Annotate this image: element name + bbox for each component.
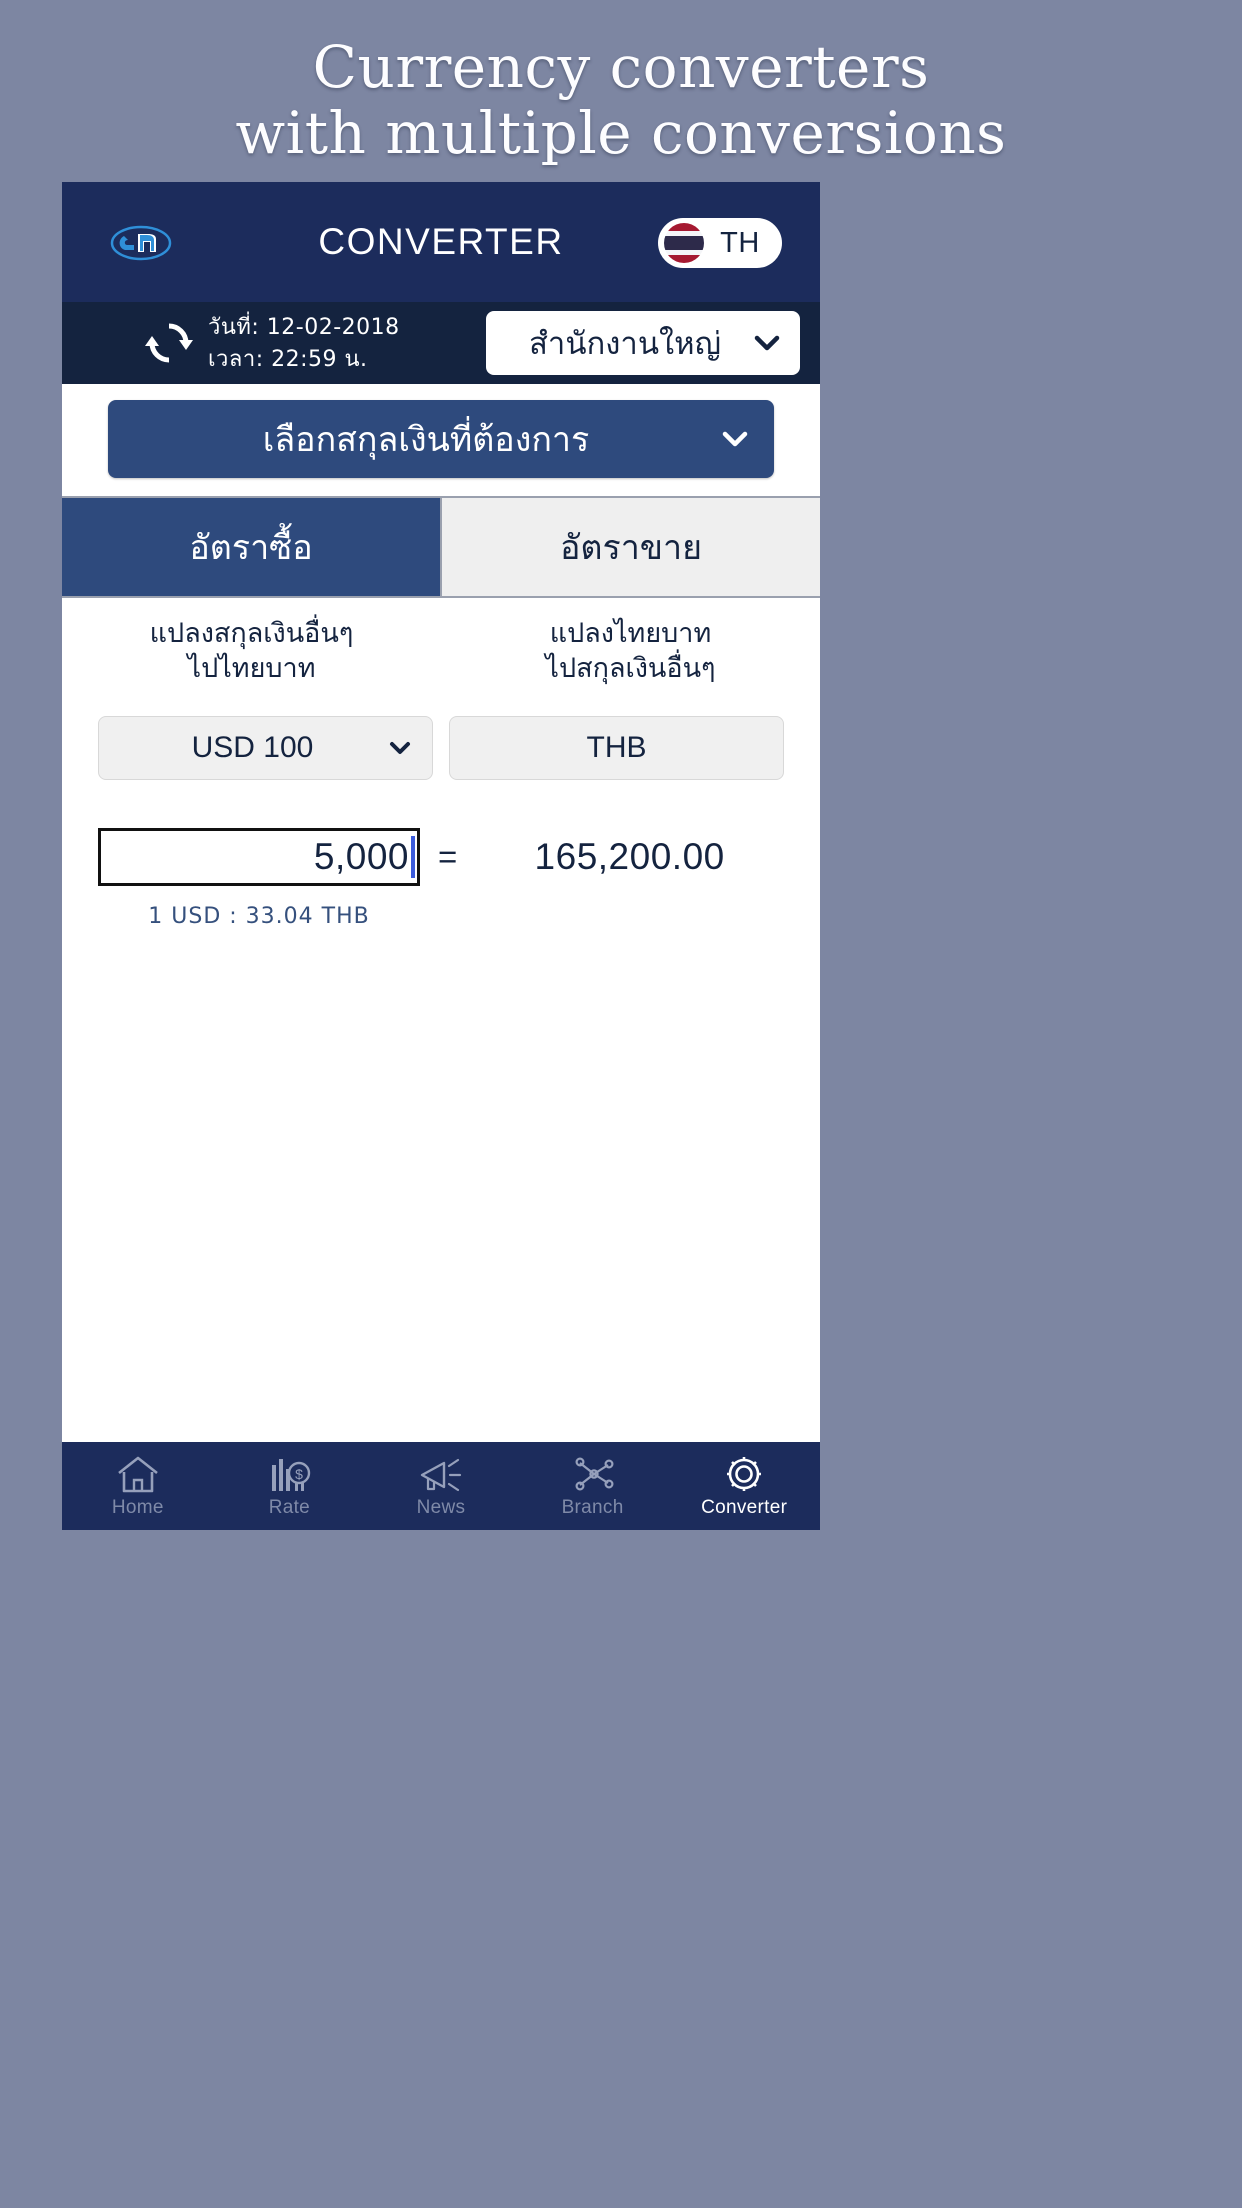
office-select[interactable]: สำนักงานใหญ่ (486, 311, 800, 375)
nav-item-converter[interactable]: Converter (668, 1442, 820, 1530)
nav-item-rate[interactable]: $ Rate (214, 1442, 366, 1530)
svg-text:$: $ (295, 1466, 303, 1482)
office-select-value: สำนักงานใหญ่ (528, 326, 721, 362)
nav-item-home[interactable]: Home (62, 1442, 214, 1530)
app-screen: CONVERTER TH วันที่: 12-02-2018 เวลา: 22… (62, 182, 820, 1530)
gear-icon (721, 1453, 767, 1495)
amount-input[interactable]: 5,000 (98, 828, 420, 886)
promo-line-1: Currency converters (312, 33, 930, 101)
home-icon (115, 1453, 161, 1495)
converted-result: 165,200.00 (534, 836, 725, 877)
rate-chart-icon: $ (266, 1453, 312, 1495)
text-caret (411, 836, 415, 878)
currency-picker-button[interactable]: เลือกสกุลเงินที่ต้องการ (108, 400, 774, 478)
from-currency-value: USD 100 (191, 731, 314, 764)
column-header-right-line2: ไปสกุลเงินอื่นๆ (545, 653, 716, 684)
refresh-icon[interactable] (144, 318, 194, 368)
currency-picker-wrap: เลือกสกุลเงินที่ต้องการ (62, 384, 820, 496)
meta-row: วันที่: 12-02-2018 เวลา: 22:59 น. สำนักง… (62, 302, 820, 384)
tab-sell-rate[interactable]: อัตราขาย (442, 498, 820, 596)
exchange-rate-note: 1 USD : 33.04 THB (148, 904, 370, 929)
conversion-body: แปลงสกุลเงินอื่นๆ ไปไทยบาท แปลงไทยบาท ไป… (62, 598, 820, 1266)
rate-tabs: อัตราซื้อ อัตราขาย (62, 496, 820, 598)
column-header-left: แปลงสกุลเงินอื่นๆ ไปไทยบาท (62, 616, 441, 686)
nav-item-branch-label: Branch (561, 1497, 624, 1518)
date-label: วันที่: 12-02-2018 (208, 315, 400, 340)
promo-line-2: with multiple conversions (235, 99, 1007, 167)
to-currency-field[interactable]: THB (449, 716, 784, 780)
column-header-left-line1: แปลงสกุลเงินอื่นๆ (149, 618, 354, 649)
equals-sign: = (438, 838, 458, 875)
nav-item-branch[interactable]: Branch (517, 1442, 669, 1530)
currency-picker-label: เลือกสกุลเงินที่ต้องการ (262, 420, 590, 460)
column-headers: แปลงสกุลเงินอื่นๆ ไปไทยบาท แปลงไทยบาท ไป… (62, 598, 820, 686)
chevron-down-icon (718, 422, 752, 456)
nav-item-home-label: Home (111, 1497, 164, 1518)
megaphone-icon (418, 1453, 464, 1495)
column-header-left-line2: ไปไทยบาท (187, 653, 316, 684)
tab-sell-rate-label: อัตราขาย (559, 528, 703, 568)
date-time-block: วันที่: 12-02-2018 เวลา: 22:59 น. (208, 312, 400, 376)
chevron-down-icon (750, 326, 784, 360)
currency-selector-row: USD 100 THB (62, 716, 820, 780)
tab-buy-rate-label: อัตราซื้อ (189, 528, 313, 568)
to-currency-value: THB (586, 731, 647, 764)
thailand-flag-icon (664, 223, 704, 263)
bottom-navigation: Home $ Rate News Branch Converter (62, 1442, 820, 1530)
app-header: CONVERTER TH (62, 182, 820, 302)
tab-buy-rate[interactable]: อัตราซื้อ (62, 498, 442, 596)
branch-network-icon (570, 1453, 616, 1495)
language-code: TH (720, 226, 760, 259)
time-label: เวลา: 22:59 น. (208, 347, 368, 372)
from-currency-select[interactable]: USD 100 (98, 716, 433, 780)
chevron-down-icon (386, 734, 414, 762)
language-badge[interactable]: TH (658, 218, 782, 268)
nav-item-news[interactable]: News (365, 1442, 517, 1530)
nav-item-news-label: News (416, 1497, 466, 1518)
amount-row: 5,000 = 165,200.00 (62, 828, 820, 886)
column-header-right-line1: แปลงไทยบาท (549, 618, 712, 649)
nav-item-converter-label: Converter (701, 1497, 788, 1518)
column-header-right: แปลงไทยบาท ไปสกุลเงินอื่นๆ (441, 616, 820, 686)
amount-input-value: 5,000 (313, 836, 409, 877)
nav-item-rate-label: Rate (268, 1497, 311, 1518)
promo-headline: Currency converters with multiple conver… (0, 34, 1242, 166)
